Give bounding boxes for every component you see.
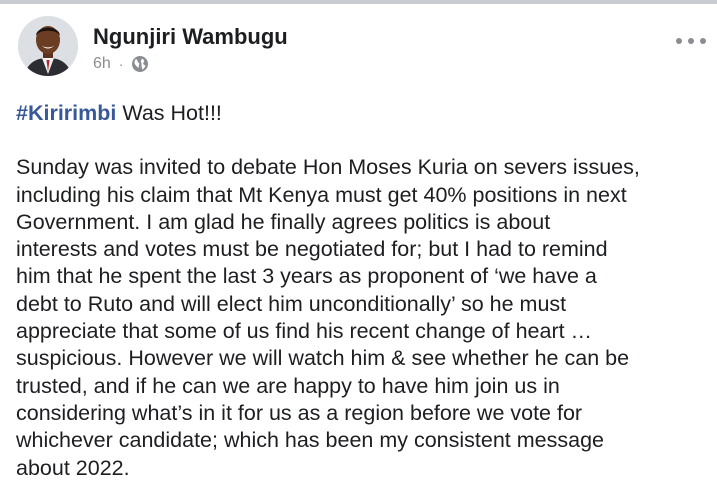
meta-separator: · — [118, 56, 124, 72]
text-line: whichever candidate; which has been my c… — [16, 428, 604, 453]
hashtag-link[interactable]: #Kiririmbi — [16, 101, 116, 125]
author-avatar[interactable] — [18, 16, 78, 76]
text-line: him that he spent the last 3 years as pr… — [16, 264, 597, 289]
author-name[interactable]: Ngunjiri Wambugu — [93, 24, 288, 50]
facebook-post: Ngunjiri Wambugu 6h · #Kiririmbi Was Hot… — [0, 4, 717, 503]
more-dot — [688, 38, 694, 44]
post-paragraph: Sunday was invited to debate Hon Moses K… — [16, 154, 706, 482]
post-timestamp[interactable]: 6h — [93, 55, 111, 73]
more-dot — [700, 38, 706, 44]
post-header: Ngunjiri Wambugu 6h · — [18, 14, 708, 86]
post-headline: #Kiririmbi Was Hot!!! — [16, 100, 706, 127]
text-line: about 2022. — [16, 455, 130, 480]
text-line: debt to Ruto and will elect him uncondit… — [16, 291, 567, 316]
text-line: appreciate that some of us find his rece… — [16, 319, 593, 344]
text-line: Sunday was invited to debate Hon Moses K… — [16, 155, 640, 180]
post-meta: 6h · — [93, 54, 149, 74]
more-dot — [676, 38, 682, 44]
text-line: trusted, and if he can we are happy to h… — [16, 373, 560, 398]
text-line: suspicious. However we will watch him & … — [16, 346, 630, 371]
post-text: #Kiririmbi Was Hot!!! Sunday was invited… — [16, 100, 706, 482]
globe-icon — [131, 55, 149, 73]
text-line: considering what’s in it for us as a reg… — [16, 400, 583, 425]
avatar-image — [18, 16, 78, 76]
text-line: including his claim that Mt Kenya must g… — [16, 182, 627, 207]
more-options-icon[interactable] — [676, 34, 706, 48]
text-line: Government. I am glad he finally agrees … — [16, 209, 551, 234]
headline-text: Was Hot!!! — [116, 101, 222, 125]
text-line: interests and votes must be negotiated f… — [16, 237, 608, 262]
